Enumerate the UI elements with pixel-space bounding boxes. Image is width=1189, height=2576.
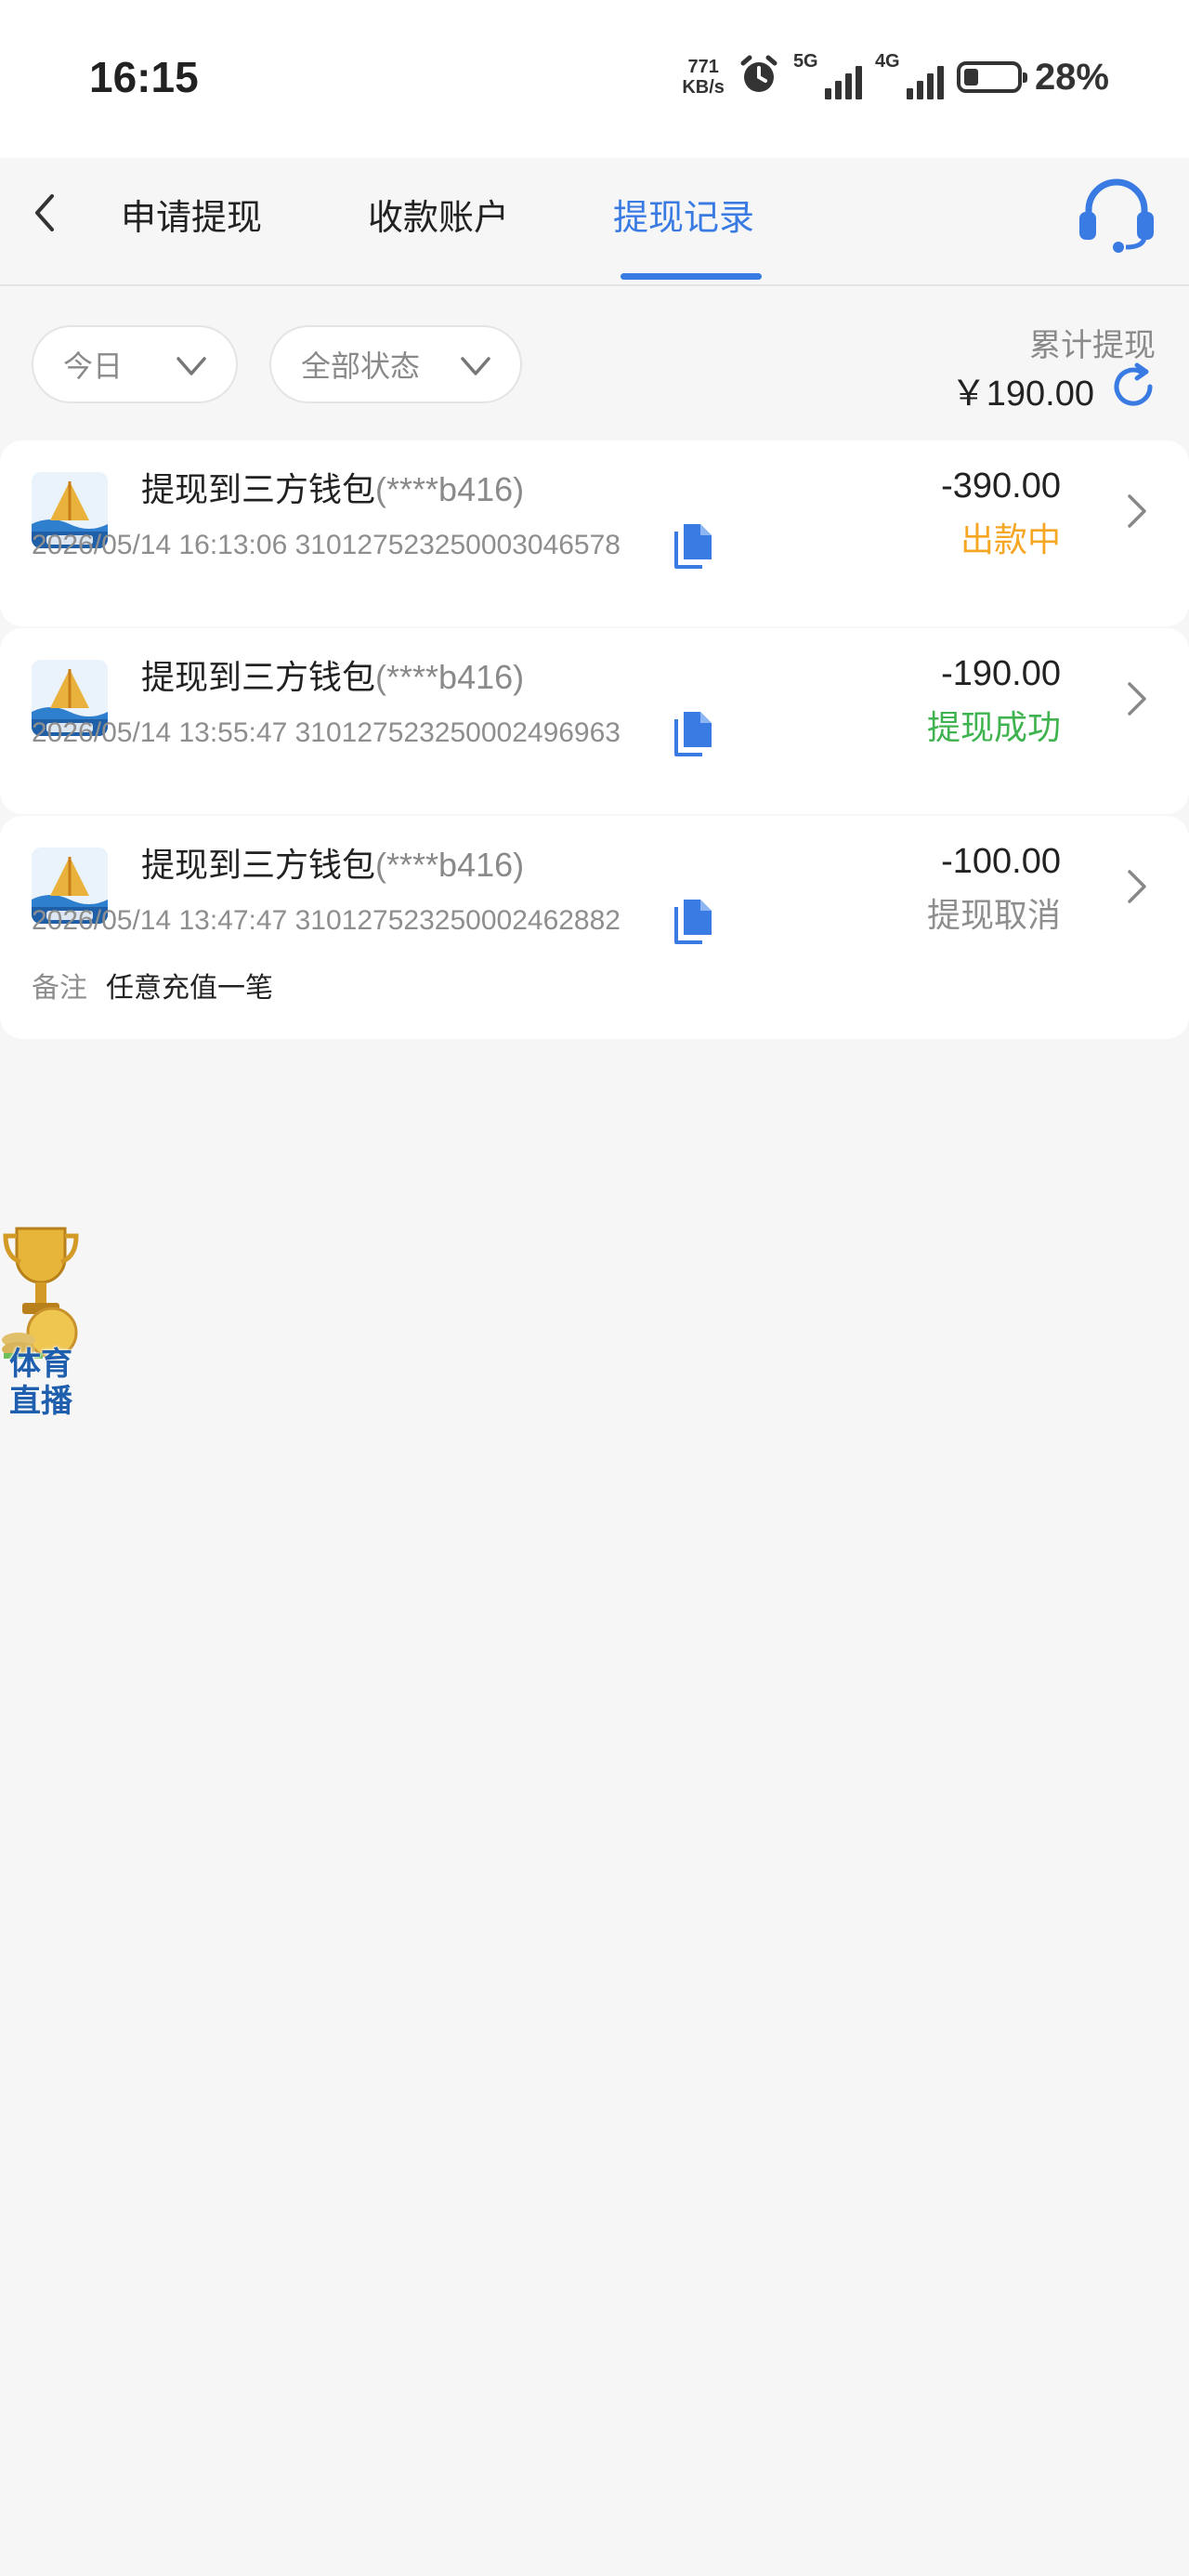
date-filter-dropdown[interactable]: 今日 bbox=[32, 325, 238, 403]
withdraw-record-item[interactable]: 提现到三方钱包(****b416) 2026/05/14 16:13:06 31… bbox=[0, 440, 1189, 626]
net-speed: 771 KB/s bbox=[682, 57, 725, 98]
record-meta: 2026/05/14 16:13:06 31012752325000304657… bbox=[32, 530, 621, 561]
record-note-label: 备注 bbox=[32, 972, 87, 1005]
record-meta: 2026/05/14 13:47:47 31012752325000246288… bbox=[32, 905, 621, 937]
record-note: 备注 任意充值一笔 bbox=[32, 965, 273, 1005]
refresh-icon[interactable] bbox=[1109, 362, 1157, 411]
record-note-text: 任意充值一笔 bbox=[106, 972, 273, 1005]
net-speed-unit: KB/s bbox=[682, 77, 725, 98]
battery-icon bbox=[956, 61, 1027, 93]
record-datetime: 2026/05/14 13:47:47 bbox=[32, 905, 288, 936]
record-account-masked: (****b416) bbox=[375, 658, 525, 696]
record-datetime: 2026/05/14 16:13:06 bbox=[32, 530, 288, 560]
status-filter-label: 全部状态 bbox=[301, 348, 421, 384]
total-withdraw-label: 累计提现 bbox=[1029, 327, 1156, 364]
sports-live-ad-label[interactable]: 体育 直播 bbox=[2, 1346, 80, 1420]
record-order-no: 310127523250002462882 bbox=[294, 905, 621, 936]
status-bar: 16:15 771 KB/s 5G 4G 28% bbox=[0, 0, 1189, 158]
date-filter-label: 今日 bbox=[63, 348, 124, 384]
withdraw-record-item[interactable]: 提现到三方钱包(****b416) 2026/05/14 13:55:47 31… bbox=[0, 628, 1189, 814]
battery-fill bbox=[963, 69, 979, 85]
total-withdraw-value: ￥190.00 bbox=[950, 375, 1094, 414]
ad-label-line2: 直播 bbox=[9, 1383, 72, 1420]
tab-withdraw-records[interactable]: 提现记录 bbox=[613, 186, 754, 242]
active-tab-indicator bbox=[621, 273, 762, 280]
copy-icon[interactable] bbox=[673, 708, 715, 758]
record-order-no: 310127523250003046578 bbox=[294, 530, 621, 560]
ad-label-line1: 体育 bbox=[9, 1346, 72, 1383]
tab-apply-withdraw[interactable]: 申请提现 bbox=[121, 186, 262, 242]
header-divider bbox=[0, 284, 1189, 286]
record-amount: -190.00 bbox=[941, 654, 1061, 693]
record-account-masked: (****b416) bbox=[375, 470, 525, 508]
signal-5g-icon: 5G bbox=[793, 51, 862, 103]
record-title: 提现到三方钱包(****b416) bbox=[141, 838, 524, 887]
signal-4g-icon: 4G bbox=[875, 51, 944, 103]
chevron-right-icon bbox=[1124, 491, 1152, 532]
record-account-masked: (****b416) bbox=[375, 846, 525, 884]
record-title: 提现到三方钱包(****b416) bbox=[141, 463, 524, 511]
chevron-down-icon bbox=[175, 349, 208, 383]
tab-receiving-account[interactable]: 收款账户 bbox=[368, 186, 509, 242]
signal-4g-label: 4G bbox=[874, 51, 900, 72]
status-time: 16:15 bbox=[89, 53, 199, 101]
chevron-right-icon bbox=[1124, 866, 1152, 907]
record-title-text: 提现到三方钱包 bbox=[141, 471, 376, 509]
back-icon[interactable] bbox=[26, 186, 63, 240]
chevron-right-icon bbox=[1124, 678, 1152, 719]
record-meta: 2026/05/14 13:55:47 31012752325000249696… bbox=[32, 717, 621, 749]
signal-5g-label: 5G bbox=[792, 51, 818, 72]
record-amount: -390.00 bbox=[941, 467, 1061, 506]
chevron-down-icon bbox=[459, 349, 492, 383]
record-order-no: 310127523250002496963 bbox=[294, 717, 621, 748]
record-title: 提现到三方钱包(****b416) bbox=[141, 651, 524, 699]
status-filter-dropdown[interactable]: 全部状态 bbox=[269, 325, 522, 403]
record-datetime: 2026/05/14 13:55:47 bbox=[32, 717, 288, 748]
record-title-text: 提现到三方钱包 bbox=[141, 847, 376, 885]
net-speed-value: 771 bbox=[687, 57, 719, 77]
copy-icon[interactable] bbox=[673, 520, 715, 571]
record-status: 出款中 bbox=[960, 521, 1061, 559]
record-status: 提现取消 bbox=[926, 897, 1061, 935]
status-indicators: 771 KB/s 5G 4G 28% bbox=[682, 46, 1109, 108]
record-amount: -100.00 bbox=[941, 842, 1061, 881]
copy-icon[interactable] bbox=[673, 896, 715, 946]
customer-service-icon[interactable] bbox=[1076, 177, 1157, 253]
withdraw-record-item[interactable]: 提现到三方钱包(****b416) 2026/05/14 13:47:47 31… bbox=[0, 816, 1189, 1039]
alarm-icon bbox=[738, 54, 780, 100]
battery-percent: 28% bbox=[1034, 56, 1109, 98]
record-title-text: 提现到三方钱包 bbox=[141, 659, 376, 697]
record-status: 提现成功 bbox=[926, 709, 1061, 747]
